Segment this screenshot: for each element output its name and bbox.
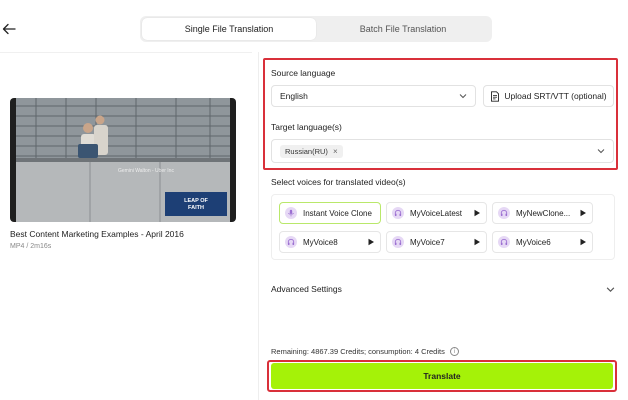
svg-text:FAITH: FAITH bbox=[188, 205, 204, 211]
video-meta: MP4 / 2m16s bbox=[10, 243, 52, 250]
play-icon[interactable] bbox=[579, 238, 587, 246]
voice-name: MyVoiceLatest bbox=[410, 208, 463, 218]
language-chip-label: Russian(RU) bbox=[285, 146, 328, 156]
advanced-settings-label: Advanced Settings bbox=[271, 284, 342, 294]
chevron-down-icon bbox=[597, 149, 605, 154]
voice-option[interactable]: MyVoice7 bbox=[386, 231, 487, 253]
video-thumbnail[interactable]: Gemini Walton - Uber Inc LEAP OF FAITH bbox=[10, 98, 236, 222]
voices-label: Select voices for translated video(s) bbox=[271, 177, 406, 187]
voice-option[interactable]: Instant Voice Clone bbox=[279, 202, 381, 224]
headphones-icon bbox=[498, 236, 510, 248]
svg-text:Gemini Walton - Uber Inc: Gemini Walton - Uber Inc bbox=[118, 168, 174, 174]
voice-name: MyVoice7 bbox=[410, 237, 445, 247]
chevron-down-icon bbox=[606, 286, 615, 292]
voice-option[interactable]: MyVoiceLatest bbox=[386, 202, 487, 224]
target-language-select[interactable]: Russian(RU) × bbox=[271, 139, 614, 163]
language-chip: Russian(RU) × bbox=[280, 144, 343, 158]
credits-info: Remaining: 4867.39 Credits; consumption:… bbox=[271, 347, 459, 356]
play-icon[interactable] bbox=[367, 238, 375, 246]
translation-mode-tabs: Single File Translation Batch File Trans… bbox=[140, 16, 492, 42]
upload-subtitle-label: Upload SRT/VTT (optional) bbox=[504, 91, 607, 101]
voice-name: MyVoice8 bbox=[303, 237, 338, 247]
voice-option[interactable]: MyVoice8 bbox=[279, 231, 381, 253]
headphones-icon bbox=[498, 207, 510, 219]
voice-option[interactable]: MyNewClone... bbox=[492, 202, 593, 224]
voice-option[interactable]: MyVoice6 bbox=[492, 231, 593, 253]
voice-name: MyVoice6 bbox=[516, 237, 551, 247]
source-language-label: Source language bbox=[271, 68, 336, 78]
source-language-value: English bbox=[280, 91, 308, 101]
headphones-icon bbox=[392, 236, 404, 248]
headphones-icon bbox=[392, 207, 404, 219]
video-title: Best Content Marketing Examples - April … bbox=[10, 229, 184, 239]
back-arrow-icon[interactable] bbox=[2, 22, 16, 36]
source-language-select[interactable]: English bbox=[271, 85, 476, 107]
play-icon[interactable] bbox=[473, 209, 481, 217]
play-icon[interactable] bbox=[579, 209, 587, 217]
document-upload-icon bbox=[491, 90, 500, 102]
translate-button[interactable]: Translate bbox=[271, 363, 613, 389]
chevron-down-icon bbox=[459, 94, 467, 99]
voice-name: MyNewClone... bbox=[516, 208, 571, 218]
tab-batch-file[interactable]: Batch File Translation bbox=[316, 18, 490, 40]
remove-chip-icon[interactable]: × bbox=[333, 147, 338, 156]
upload-subtitle-button[interactable]: Upload SRT/VTT (optional) bbox=[483, 85, 614, 107]
play-icon[interactable] bbox=[473, 238, 481, 246]
credits-text: Remaining: 4867.39 Credits; consumption:… bbox=[271, 347, 445, 356]
headphones-icon bbox=[285, 236, 297, 248]
info-icon[interactable]: i bbox=[449, 347, 459, 356]
tab-single-file[interactable]: Single File Translation bbox=[142, 18, 316, 40]
advanced-settings-toggle[interactable]: Advanced Settings bbox=[271, 283, 615, 295]
mic-icon bbox=[285, 207, 297, 219]
svg-text:LEAP OF: LEAP OF bbox=[184, 198, 208, 204]
target-language-label: Target language(s) bbox=[271, 122, 342, 132]
voice-name: Instant Voice Clone bbox=[303, 208, 372, 218]
